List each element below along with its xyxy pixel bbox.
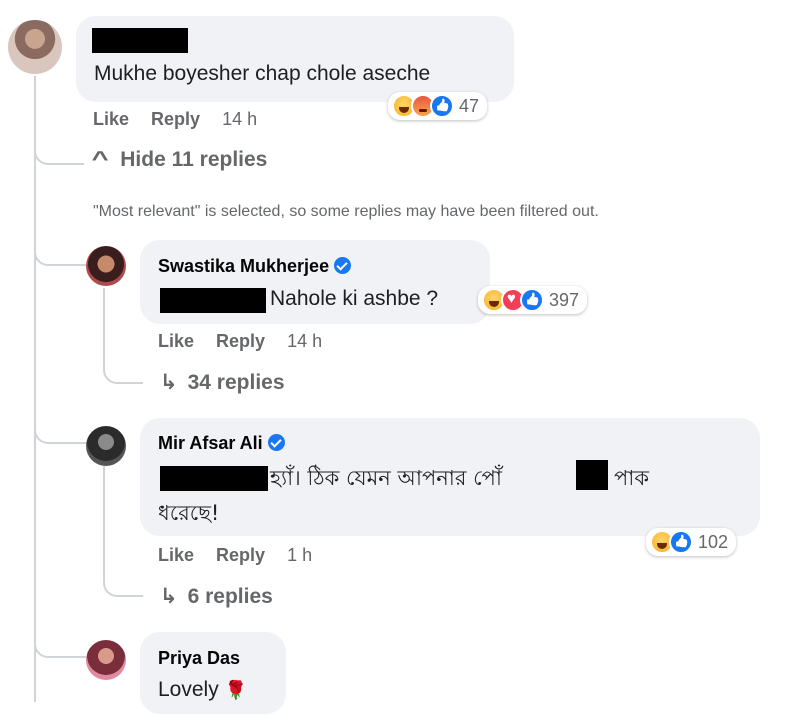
thread-connector (34, 418, 88, 444)
thread-connector (34, 628, 88, 658)
redacted-name (160, 466, 268, 491)
timestamp[interactable]: 14 h (222, 109, 257, 129)
commenter-name[interactable]: Mir Afsar Ali (158, 433, 285, 454)
reaction-count: 47 (459, 95, 480, 116)
thread-connector (103, 571, 143, 597)
verified-badge-icon (267, 434, 285, 451)
redacted-name (92, 28, 188, 53)
like-button[interactable]: Like (158, 331, 194, 351)
like-button[interactable]: Like (93, 109, 129, 129)
commenter-name[interactable]: Swastika Mukherjee (158, 256, 352, 277)
reaction-count: 102 (698, 531, 729, 552)
reply-button[interactable]: Reply (216, 331, 265, 351)
avatar[interactable] (86, 640, 126, 680)
verified-badge-icon (334, 257, 352, 274)
redacted-word (576, 460, 608, 490)
thread-line-main (34, 76, 36, 702)
thread-connector (34, 240, 88, 266)
thread-connector (103, 358, 143, 384)
view-replies-label: 34 replies (187, 371, 285, 394)
hide-replies-label: Hide 11 replies (120, 148, 268, 171)
commenter-name[interactable]: Priya Das (158, 648, 240, 669)
reply-arrow-icon: ↳ (160, 585, 178, 608)
reaction-summary[interactable]: 47 (388, 92, 488, 120)
like-reaction-icon (520, 288, 544, 312)
comment-actions: Like Reply 14 h (158, 331, 344, 352)
chevron-up-icon: ^ (91, 148, 109, 171)
like-reaction-icon (430, 94, 454, 118)
reply-button[interactable]: Reply (216, 545, 265, 565)
comment-text: পাক (614, 466, 650, 490)
comment-actions: Like Reply 14 h (93, 109, 279, 130)
comment-text: ধরেছে! (158, 501, 220, 525)
like-button[interactable]: Like (158, 545, 194, 565)
thread-line-reply (103, 466, 105, 581)
avatar[interactable] (8, 20, 62, 74)
reaction-summary[interactable]: 397 (478, 286, 588, 314)
reply-arrow-icon: ↳ (160, 371, 178, 394)
thread-line-reply (103, 288, 105, 368)
reaction-count: 397 (549, 289, 580, 310)
comment-text: হ্যাঁ। ঠিক যেমন আপনার পোঁ (270, 466, 502, 490)
comment-text: Nahole ki ashbe ? (270, 287, 439, 310)
view-replies-label: 6 replies (187, 585, 273, 608)
reaction-summary[interactable]: 102 (646, 528, 737, 556)
avatar[interactable] (86, 246, 126, 286)
comment-text: Mukhe boyesher chap chole aseche (94, 62, 431, 85)
view-replies-button[interactable]: ↳ 34 replies (160, 370, 285, 395)
timestamp[interactable]: 14 h (287, 331, 322, 351)
avatar[interactable] (86, 426, 126, 466)
rose-emoji-icon: 🌹 (224, 680, 247, 700)
hide-replies-button[interactable]: ^ Hide 11 replies (91, 148, 268, 172)
reply-button[interactable]: Reply (151, 109, 200, 129)
comment-actions: Like Reply 1 h (158, 545, 334, 566)
thread-connector (34, 145, 84, 165)
comment-text: Lovely 🌹 (158, 678, 247, 701)
view-replies-button[interactable]: ↳ 6 replies (160, 584, 273, 609)
timestamp[interactable]: 1 h (287, 545, 312, 565)
filter-notice: "Most relevant" is selected, so some rep… (93, 203, 599, 220)
redacted-name (160, 288, 266, 313)
like-reaction-icon (669, 530, 693, 554)
